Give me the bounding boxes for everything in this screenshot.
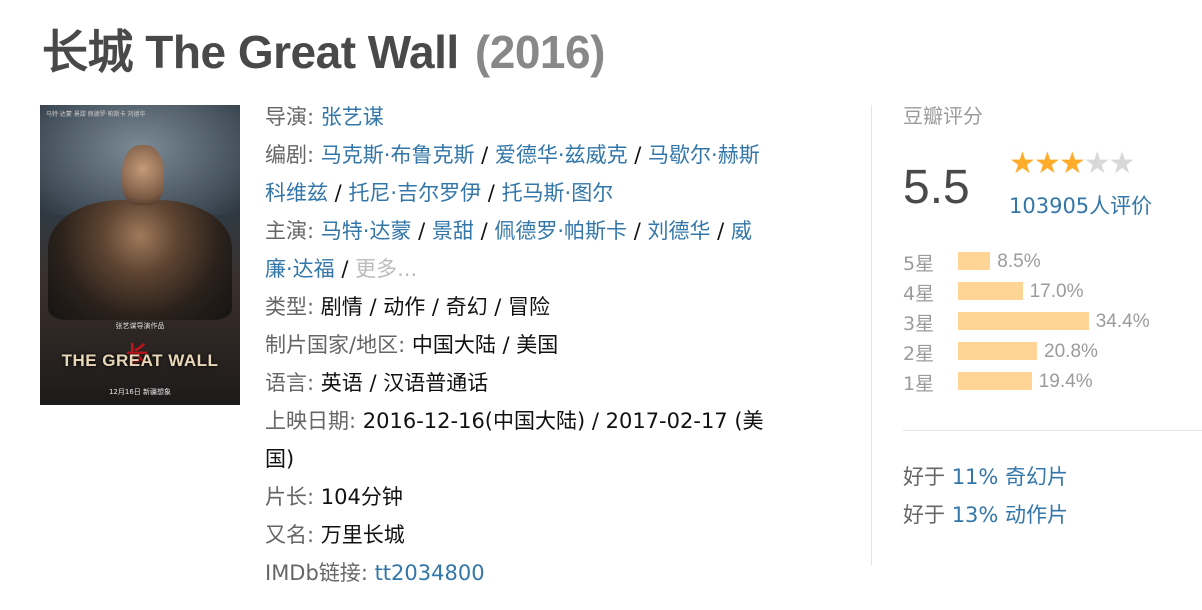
- writer-link[interactable]: 托尼·吉尔罗伊: [348, 181, 481, 205]
- star-filled-icon: ★: [1058, 146, 1086, 181]
- better-than-prefix: 好于: [903, 503, 945, 527]
- info-writers: 编剧: 马克斯·布鲁克斯 / 爱德华·兹威克 / 马歇尔·赫斯科维兹 / 托尼·…: [265, 143, 760, 205]
- rating-bar-label: 1星: [903, 373, 935, 395]
- better-than-item: 好于 11% 奇幻片: [903, 458, 1068, 496]
- better-than-link[interactable]: 13% 动作片: [952, 503, 1068, 527]
- writer-link[interactable]: 马克斯·布鲁克斯: [321, 143, 475, 167]
- poster-warriors: [48, 200, 232, 320]
- language-value: 英语 / 汉语普通话: [320, 371, 489, 395]
- better-than-list: 好于 11% 奇幻片 好于 13% 动作片: [903, 458, 1068, 534]
- poster-cast-line: 马特·达蒙 景甜 佩德罗·帕斯卡 刘德华: [46, 111, 146, 118]
- info-genre: 类型: 剧情 / 动作 / 奇幻 / 冒险: [265, 295, 551, 319]
- info-country: 制片国家/地区: 中国大陆 / 美国: [265, 333, 559, 357]
- rating-bar-label: 3星: [903, 313, 935, 335]
- director-link[interactable]: 张艺谋: [321, 105, 384, 129]
- rating-bar-percent: 34.4%: [1095, 311, 1150, 332]
- genre-value: 剧情 / 动作 / 奇幻 / 冒险: [320, 295, 551, 319]
- info-aka: 又名: 万里长城: [265, 523, 405, 547]
- better-than-item: 好于 13% 动作片: [903, 496, 1068, 534]
- imdb-label: IMDb链接: [265, 561, 361, 585]
- poster-hero: [122, 145, 164, 205]
- genre-label: 类型: [265, 295, 307, 319]
- aka-label: 又名: [265, 523, 307, 547]
- rating-bar: [958, 312, 1089, 330]
- language-label: 语言: [265, 371, 307, 395]
- writers-label: 编剧: [265, 143, 307, 167]
- rating-bar-percent: 8.5%: [997, 251, 1041, 272]
- release-label: 上映日期: [265, 409, 349, 433]
- rating-score: 5.5: [903, 161, 970, 214]
- rating-bar: [958, 282, 1023, 300]
- info-imdb: IMDb链接: tt2034800: [265, 561, 485, 585]
- aka-value: 万里长城: [320, 523, 405, 547]
- writer-link[interactable]: 托马斯·图尔: [502, 181, 614, 205]
- more-cast-link[interactable]: 更多...: [355, 257, 417, 281]
- cast-link[interactable]: 马特·达蒙: [321, 219, 412, 243]
- rating-bar: [958, 342, 1038, 360]
- rating-distribution: 5星 8.5% 4星 17.0% 3星 34.4% 2星 20.8% 1星 19.4%: [903, 249, 1202, 399]
- rating-bar-percent: 17.0%: [1029, 281, 1084, 302]
- cast-link[interactable]: 刘德华: [647, 219, 710, 243]
- info-language: 语言: 英语 / 汉语普通话: [265, 371, 489, 395]
- country-label: 制片国家/地区: [265, 333, 399, 357]
- rating-bar-label: 2星: [903, 343, 935, 365]
- star-filled-icon: ★: [1009, 146, 1036, 181]
- director-label: 导演: [265, 105, 307, 129]
- rating-heading: 豆瓣评分: [903, 104, 983, 128]
- star-empty-icon: ★: [1083, 146, 1111, 181]
- rating-bar-percent: 20.8%: [1044, 341, 1098, 362]
- poster-release: 12月16日 新疆想象: [108, 388, 172, 396]
- runtime-value: 104分钟: [320, 485, 403, 509]
- rating-bar-percent: 19.4%: [1038, 371, 1093, 392]
- info-cast: 主演: 马特·达蒙 / 景甜 / 佩德罗·帕斯卡 / 刘德华 / 威廉·达福 /…: [265, 219, 752, 281]
- poster-title: THE GREAT WALL: [61, 351, 219, 370]
- movie-poster[interactable]: 马特·达蒙 景甜 佩德罗·帕斯卡 刘德华 张艺谋导演作品 长 THE GREAT…: [40, 105, 240, 405]
- poster-credit: 张艺谋导演作品: [115, 322, 165, 330]
- cast-label: 主演: [265, 219, 307, 243]
- rating-bar-row: 5星 8.5%: [903, 249, 1202, 279]
- cast-link[interactable]: 景甜: [432, 219, 474, 243]
- rating-bar-row: 1星 19.4%: [903, 369, 1202, 399]
- rating-bar-label: 5星: [903, 253, 935, 275]
- rating-bar: [958, 252, 991, 270]
- star-filled-icon: ★: [1033, 146, 1061, 181]
- movie-info: 导演: 张艺谋 编剧: 马克斯·布鲁克斯 / 爱德华·兹威克 / 马歇尔·赫斯科…: [265, 98, 770, 592]
- rating-bar-row: 3星 34.4%: [903, 309, 1202, 339]
- writer-link[interactable]: 爱德华·兹威克: [495, 143, 628, 167]
- rating-stars: ★★★★★: [1009, 146, 1136, 181]
- movie-year: (2016): [474, 26, 605, 78]
- rating-bar-label: 4星: [903, 283, 935, 305]
- star-empty-icon: ★: [1108, 146, 1136, 181]
- rating-panel: 豆瓣评分 5.5 ★★★★★ 103905人评价: [903, 100, 1202, 218]
- rating-bar-row: 4星 17.0%: [903, 279, 1202, 309]
- rating-bar-row: 2星 20.8%: [903, 339, 1202, 369]
- imdb-link[interactable]: tt2034800: [375, 561, 485, 585]
- page-title: 长城 The Great Wall (2016): [42, 16, 605, 82]
- runtime-label: 片长: [265, 485, 307, 509]
- vote-count-link[interactable]: 103905人评价: [1009, 190, 1152, 220]
- rating-bar: [958, 372, 1032, 390]
- better-than-link[interactable]: 11% 奇幻片: [952, 465, 1068, 489]
- country-value: 中国大陆 / 美国: [411, 333, 559, 357]
- info-release: 上映日期: 2016-12-16(中国大陆) / 2017-02-17 (美国): [265, 409, 764, 471]
- vertical-divider: [871, 105, 872, 565]
- info-director: 导演: 张艺谋: [265, 105, 384, 129]
- better-than-prefix: 好于: [903, 465, 945, 489]
- movie-title: 长城 The Great Wall: [42, 26, 459, 78]
- horizontal-divider: [903, 430, 1202, 431]
- cast-link[interactable]: 佩德罗·帕斯卡: [494, 219, 627, 243]
- info-runtime: 片长: 104分钟: [265, 485, 403, 509]
